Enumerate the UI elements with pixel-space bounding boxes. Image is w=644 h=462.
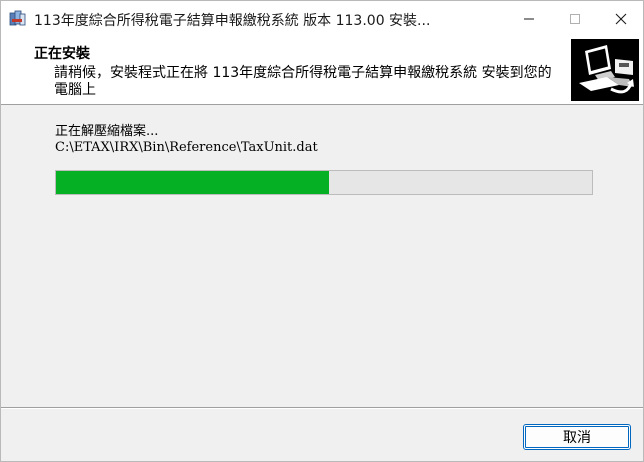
status-label: 正在解壓縮檔案... bbox=[55, 124, 159, 139]
page-title: 正在安裝 bbox=[34, 46, 90, 62]
title-bar[interactable]: 113年度綜合所得稅電子結算申報繳稅系統 版本 113.00 安裝... bbox=[1, 1, 643, 36]
app-icon bbox=[9, 9, 27, 27]
close-icon bbox=[615, 13, 627, 24]
maximize-button[interactable] bbox=[552, 1, 598, 36]
window-title: 113年度綜合所得稅電子結算申報繳稅系統 版本 113.00 安裝... bbox=[34, 13, 431, 29]
cancel-button[interactable]: 取消 bbox=[523, 424, 631, 450]
header-panel: 正在安裝 請稍候，安裝程式正在將 113年度綜合所得稅電子結算申報繳稅系統 安裝… bbox=[1, 36, 643, 105]
maximize-icon bbox=[570, 13, 580, 24]
installer-window: 113年度綜合所得稅電子結算申報繳稅系統 版本 113.00 安裝... 正在安… bbox=[0, 0, 644, 462]
close-button[interactable] bbox=[598, 1, 644, 36]
progress-bar-fill bbox=[56, 171, 330, 194]
minimize-button[interactable] bbox=[506, 1, 552, 36]
installer-computer-icon bbox=[571, 39, 639, 101]
footer-divider bbox=[1, 407, 643, 409]
current-file-path: C:\ETAX\IRX\Bin\Reference\TaxUnit.dat bbox=[55, 140, 318, 155]
minimize-icon bbox=[524, 18, 534, 19]
page-subtitle: 請稍候，安裝程式正在將 113年度綜合所得稅電子結算申報繳稅系統 安裝到您的電腦… bbox=[54, 65, 552, 98]
progress-bar bbox=[55, 170, 593, 195]
